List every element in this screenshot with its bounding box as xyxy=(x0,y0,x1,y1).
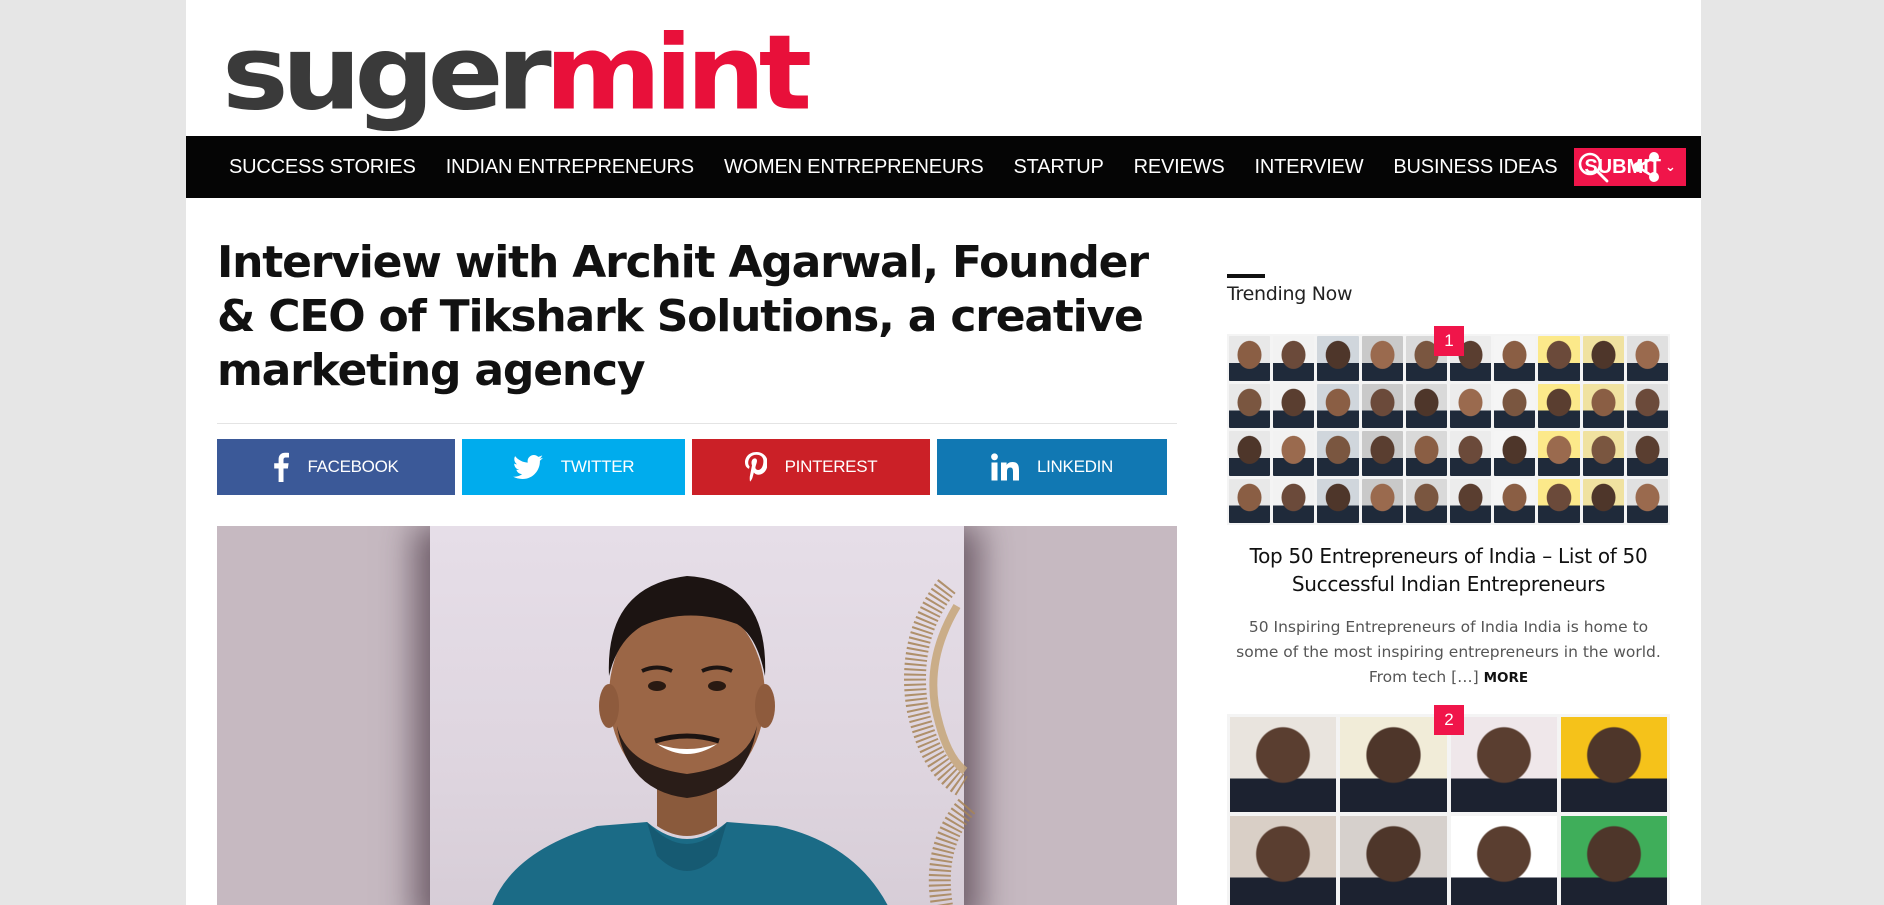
portrait-tile xyxy=(1229,383,1271,428)
nav-women-entrepreneurs[interactable]: WOMEN ENTREPRENEURS xyxy=(709,156,999,179)
trending-thumbnail-1[interactable] xyxy=(1227,334,1670,525)
twitter-icon xyxy=(512,455,543,479)
rank-badge-2: 2 xyxy=(1434,705,1464,735)
sidebar-heading-bar xyxy=(1227,274,1265,278)
portrait-tile xyxy=(1450,717,1557,812)
chevron-down-icon: ⌄ xyxy=(1665,159,1676,174)
article-featured-image xyxy=(217,526,1177,905)
share-twitter-label: TWITTER xyxy=(560,457,635,476)
nav-business-ideas[interactable]: BUSINESS IDEAS xyxy=(1378,156,1572,179)
main-nav: SUCCESS STORIES INDIAN ENTREPRENEURS WOM… xyxy=(186,136,1701,198)
portrait-tile xyxy=(1229,478,1271,523)
pinterest-icon xyxy=(744,452,767,482)
portrait-tile xyxy=(1361,431,1403,476)
nav-interview[interactable]: INTERVIEW xyxy=(1239,156,1378,179)
portrait-tile xyxy=(1273,383,1315,428)
logo-text-suger: suger xyxy=(222,13,552,134)
trending-thumbnail-2[interactable] xyxy=(1227,714,1670,905)
entrepreneur-photo-mosaic xyxy=(1227,714,1670,905)
portrait-tile xyxy=(1494,431,1536,476)
portrait-tile xyxy=(1405,431,1447,476)
portrait-tile xyxy=(1582,383,1624,428)
portrait-tile xyxy=(1317,336,1359,381)
portrait-tile xyxy=(1450,816,1557,905)
share-icon[interactable] xyxy=(1631,151,1661,183)
article-title: Interview with Archit Agarwal, Founder &… xyxy=(217,237,1149,396)
page: suger mint SUCCESS STORIES INDIAN ENTREPR… xyxy=(186,0,1701,905)
portrait-tile xyxy=(1405,478,1447,523)
site-logo[interactable]: suger mint xyxy=(222,22,812,125)
portrait-tile xyxy=(1340,717,1447,812)
portrait-tile xyxy=(1317,431,1359,476)
logo-text-mint: mint xyxy=(544,13,812,134)
sidebar-heading: Trending Now xyxy=(1227,283,1353,305)
nav-indian-entrepreneurs[interactable]: INDIAN ENTREPRENEURS xyxy=(431,156,709,179)
portrait-tile xyxy=(1494,478,1536,523)
portrait-tile xyxy=(1538,431,1580,476)
portrait-tile xyxy=(1361,336,1403,381)
portrait-tile xyxy=(1317,383,1359,428)
facebook-icon xyxy=(273,452,290,482)
portrait-tile xyxy=(1626,383,1668,428)
portrait-tile xyxy=(1340,816,1447,905)
portrait-tile xyxy=(1582,336,1624,381)
search-icon[interactable] xyxy=(1577,151,1609,183)
portrait-tile xyxy=(1361,383,1403,428)
portrait-tile xyxy=(1229,431,1271,476)
rank-badge-1: 1 xyxy=(1434,326,1464,356)
portrait-tile xyxy=(1538,478,1580,523)
share-facebook-button[interactable]: FACEBOOK xyxy=(217,439,455,495)
portrait-tile xyxy=(1582,478,1624,523)
trending-post-title-1[interactable]: Top 50 Entrepreneurs of India – List of … xyxy=(1227,542,1670,598)
portrait-tile xyxy=(1582,431,1624,476)
excerpt-text: 50 Inspiring Entrepreneurs of India Indi… xyxy=(1236,618,1661,686)
more-link[interactable]: MORE xyxy=(1484,670,1529,686)
portrait-tile xyxy=(1494,383,1536,428)
portrait-tile xyxy=(1494,336,1536,381)
nav-reviews[interactable]: REVIEWS xyxy=(1119,156,1240,179)
portrait-tile xyxy=(1230,816,1337,905)
share-pinterest-label: PINTEREST xyxy=(784,457,878,476)
portrait-tile xyxy=(1560,717,1667,812)
portrait-tile xyxy=(1273,336,1315,381)
linkedin-icon xyxy=(991,453,1019,481)
share-buttons: FACEBOOK TWITTER PINTEREST LINKEDIN xyxy=(217,439,1167,495)
portrait-tile xyxy=(1626,478,1668,523)
share-pinterest-button[interactable]: PINTEREST xyxy=(692,439,930,495)
nav-success-stories[interactable]: SUCCESS STORIES xyxy=(186,156,431,179)
portrait-tile xyxy=(1273,431,1315,476)
portrait-tile xyxy=(1405,383,1447,428)
portrait-tile xyxy=(1229,336,1271,381)
share-linkedin-button[interactable]: LINKEDIN xyxy=(937,439,1167,495)
portrait-tile xyxy=(1361,478,1403,523)
trending-post-excerpt-1: 50 Inspiring Entrepreneurs of India Indi… xyxy=(1227,615,1670,691)
portrait-tile xyxy=(1538,336,1580,381)
share-facebook-label: FACEBOOK xyxy=(307,457,399,476)
share-linkedin-label: LINKEDIN xyxy=(1036,457,1113,476)
portrait-tile xyxy=(1230,717,1337,812)
nav-icons xyxy=(1577,136,1661,198)
nav-startup[interactable]: STARTUP xyxy=(999,156,1119,179)
portrait-tile xyxy=(1317,478,1359,523)
portrait-tile xyxy=(1560,816,1667,905)
portrait-tile xyxy=(1626,336,1668,381)
portrait-tile xyxy=(1626,431,1668,476)
portrait-tile xyxy=(1273,478,1315,523)
portrait-tile xyxy=(1450,431,1492,476)
portrait-tile xyxy=(1538,383,1580,428)
share-twitter-button[interactable]: TWITTER xyxy=(462,439,685,495)
portrait-tile xyxy=(1450,478,1492,523)
entrepreneur-photo-grid xyxy=(1227,334,1670,525)
portrait-tile xyxy=(1450,383,1492,428)
title-divider xyxy=(217,423,1177,424)
portrait-illustration xyxy=(492,576,976,905)
